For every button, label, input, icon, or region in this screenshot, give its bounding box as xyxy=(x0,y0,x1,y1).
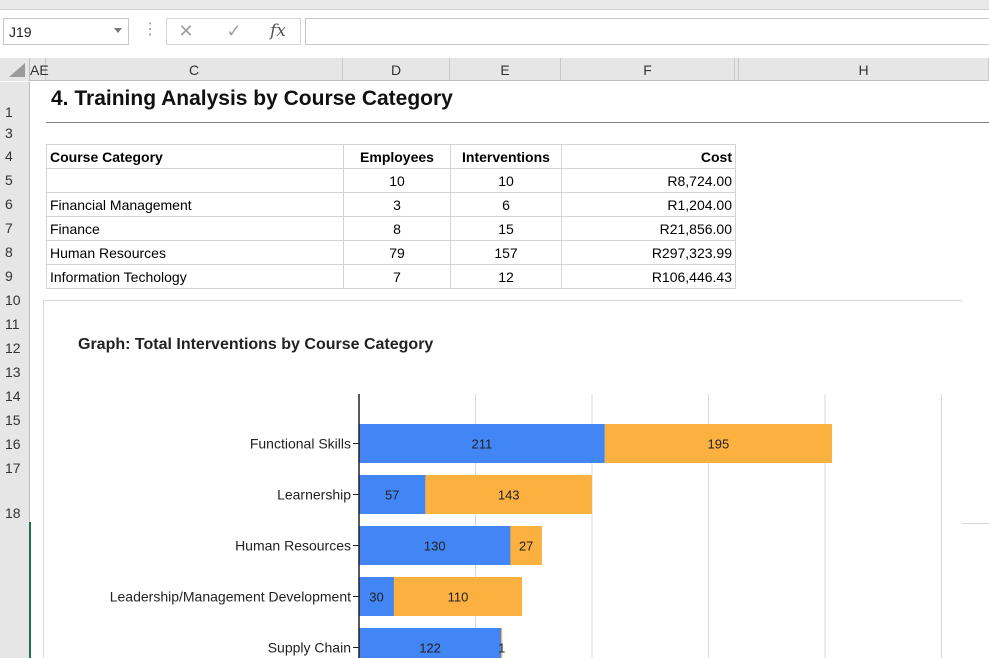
cell-cost[interactable]: R8,724.00 xyxy=(561,168,736,193)
name-box-value: J19 xyxy=(9,24,32,40)
title-divider xyxy=(46,122,989,123)
cell-employees[interactable]: 7 xyxy=(343,264,451,289)
data-label: 130 xyxy=(424,539,446,554)
select-all-icon xyxy=(9,63,25,77)
select-all-corner[interactable] xyxy=(0,58,30,81)
page-title: 4. Training Analysis by Course Category xyxy=(51,87,453,110)
cell-cost[interactable]: R1,204.00 xyxy=(561,192,736,217)
ribbon-bottom-edge xyxy=(0,0,989,10)
chevron-down-icon[interactable] xyxy=(114,28,122,33)
more-options-icon[interactable]: ⋮ xyxy=(142,22,158,38)
bar-chart: 211 195 Functional Skills 57 143 Learnership 1… xyxy=(110,394,942,658)
row-header[interactable]: 8 xyxy=(0,244,29,260)
row-header[interactable]: 3 xyxy=(0,125,29,141)
data-label: 110 xyxy=(448,590,469,605)
cell-category[interactable]: Information Techology xyxy=(46,264,344,289)
category-label: Learnership xyxy=(277,487,351,503)
row-header[interactable]: 5 xyxy=(0,172,29,188)
table-row: Information Techology 7 12 R106,446.43 xyxy=(46,264,736,289)
cell-category[interactable]: Finance xyxy=(46,216,344,241)
formula-input[interactable] xyxy=(305,18,989,45)
table-row: Financial Management 3 6 R1,204.00 xyxy=(46,192,736,217)
cell-interventions[interactable]: 12 xyxy=(450,264,562,289)
insert-function-icon[interactable]: fx xyxy=(262,18,294,45)
cell-interventions[interactable]: 157 xyxy=(450,240,562,265)
cell-employees[interactable]: 3 xyxy=(343,192,451,217)
header-employees[interactable]: Employees xyxy=(343,144,451,169)
name-box[interactable]: J19 xyxy=(3,18,129,45)
column-header-e[interactable]: E xyxy=(450,58,561,81)
row-header[interactable]: 17 xyxy=(0,460,29,476)
cell-interventions[interactable]: 6 xyxy=(450,192,562,217)
data-label: 1 xyxy=(498,641,505,656)
cancel-icon[interactable]: ✕ xyxy=(170,18,202,45)
data-label: 30 xyxy=(369,590,383,605)
cell-cost[interactable]: R297,323.99 xyxy=(561,240,736,265)
header-interventions[interactable]: Interventions xyxy=(450,144,562,169)
column-header-ae[interactable]: AE xyxy=(30,58,49,81)
row-header[interactable]: 11 xyxy=(0,316,29,332)
row-header[interactable]: 14 xyxy=(0,388,29,404)
category-label: Human Resources xyxy=(235,538,351,554)
row-header[interactable]: 7 xyxy=(0,220,29,236)
selection-indicator xyxy=(29,522,31,658)
cell-category[interactable]: Human Resources xyxy=(46,240,344,265)
header-cost[interactable]: Cost xyxy=(561,144,736,169)
data-label: 57 xyxy=(385,488,399,503)
row-header[interactable]: 9 xyxy=(0,268,29,284)
column-header-h[interactable]: H xyxy=(738,58,989,81)
cell-employees[interactable]: 79 xyxy=(343,240,451,265)
cell-employees[interactable]: 8 xyxy=(343,216,451,241)
cell-interventions[interactable]: 10 xyxy=(450,168,562,193)
table-row: 10 10 R8,724.00 xyxy=(46,168,736,193)
row-header[interactable]: 10 xyxy=(0,292,29,308)
header-course-category[interactable]: Course Category xyxy=(46,144,344,169)
row-header[interactable]: 15 xyxy=(0,412,29,428)
row-header[interactable]: 6 xyxy=(0,196,29,212)
row-headers: 1 3 4 5 6 7 8 9 10 11 12 13 14 15 16 17 … xyxy=(0,82,31,658)
data-label: 27 xyxy=(519,539,533,554)
row-header[interactable]: 18 xyxy=(0,505,29,521)
column-header-d[interactable]: D xyxy=(343,58,450,81)
cell-employees[interactable]: 10 xyxy=(343,168,451,193)
row-header[interactable]: 16 xyxy=(0,436,29,452)
column-headers: AE C D E F H xyxy=(0,58,989,81)
cell-cost[interactable]: R106,446.43 xyxy=(561,264,736,289)
category-label: Supply Chain xyxy=(268,640,351,656)
category-label: Leadership/Management Development xyxy=(110,589,351,605)
formula-bar: J19 ⋮ ✕ ✓ fx xyxy=(0,10,989,50)
category-label: Functional Skills xyxy=(250,436,351,452)
data-label: 211 xyxy=(472,437,493,452)
table-header-row: Course Category Employees Interventions … xyxy=(46,144,736,169)
row-header[interactable]: 4 xyxy=(0,148,29,164)
table-row: Finance 8 15 R21,856.00 xyxy=(46,216,736,241)
data-label: 195 xyxy=(708,437,730,452)
row-header[interactable]: 1 xyxy=(0,104,29,120)
data-label: 122 xyxy=(419,641,441,656)
row-header[interactable]: 12 xyxy=(0,340,29,356)
row-header[interactable]: 13 xyxy=(0,364,29,380)
cell-category[interactable]: Financial Management xyxy=(46,192,344,217)
course-category-table: Course Category Employees Interventions … xyxy=(46,144,736,289)
chart-object[interactable]: Graph: Total Interventions by Course Cat… xyxy=(43,300,962,658)
table-row: Human Resources 79 157 R297,323.99 xyxy=(46,240,736,265)
cell-interventions[interactable]: 15 xyxy=(450,216,562,241)
enter-check-icon[interactable]: ✓ xyxy=(218,18,250,45)
chart-edge xyxy=(962,523,989,524)
column-header-f[interactable]: F xyxy=(561,58,735,81)
column-header-c[interactable]: C xyxy=(46,58,343,81)
cell-cost[interactable]: R21,856.00 xyxy=(561,216,736,241)
data-label: 143 xyxy=(498,488,520,503)
cell-category[interactable] xyxy=(46,168,344,193)
